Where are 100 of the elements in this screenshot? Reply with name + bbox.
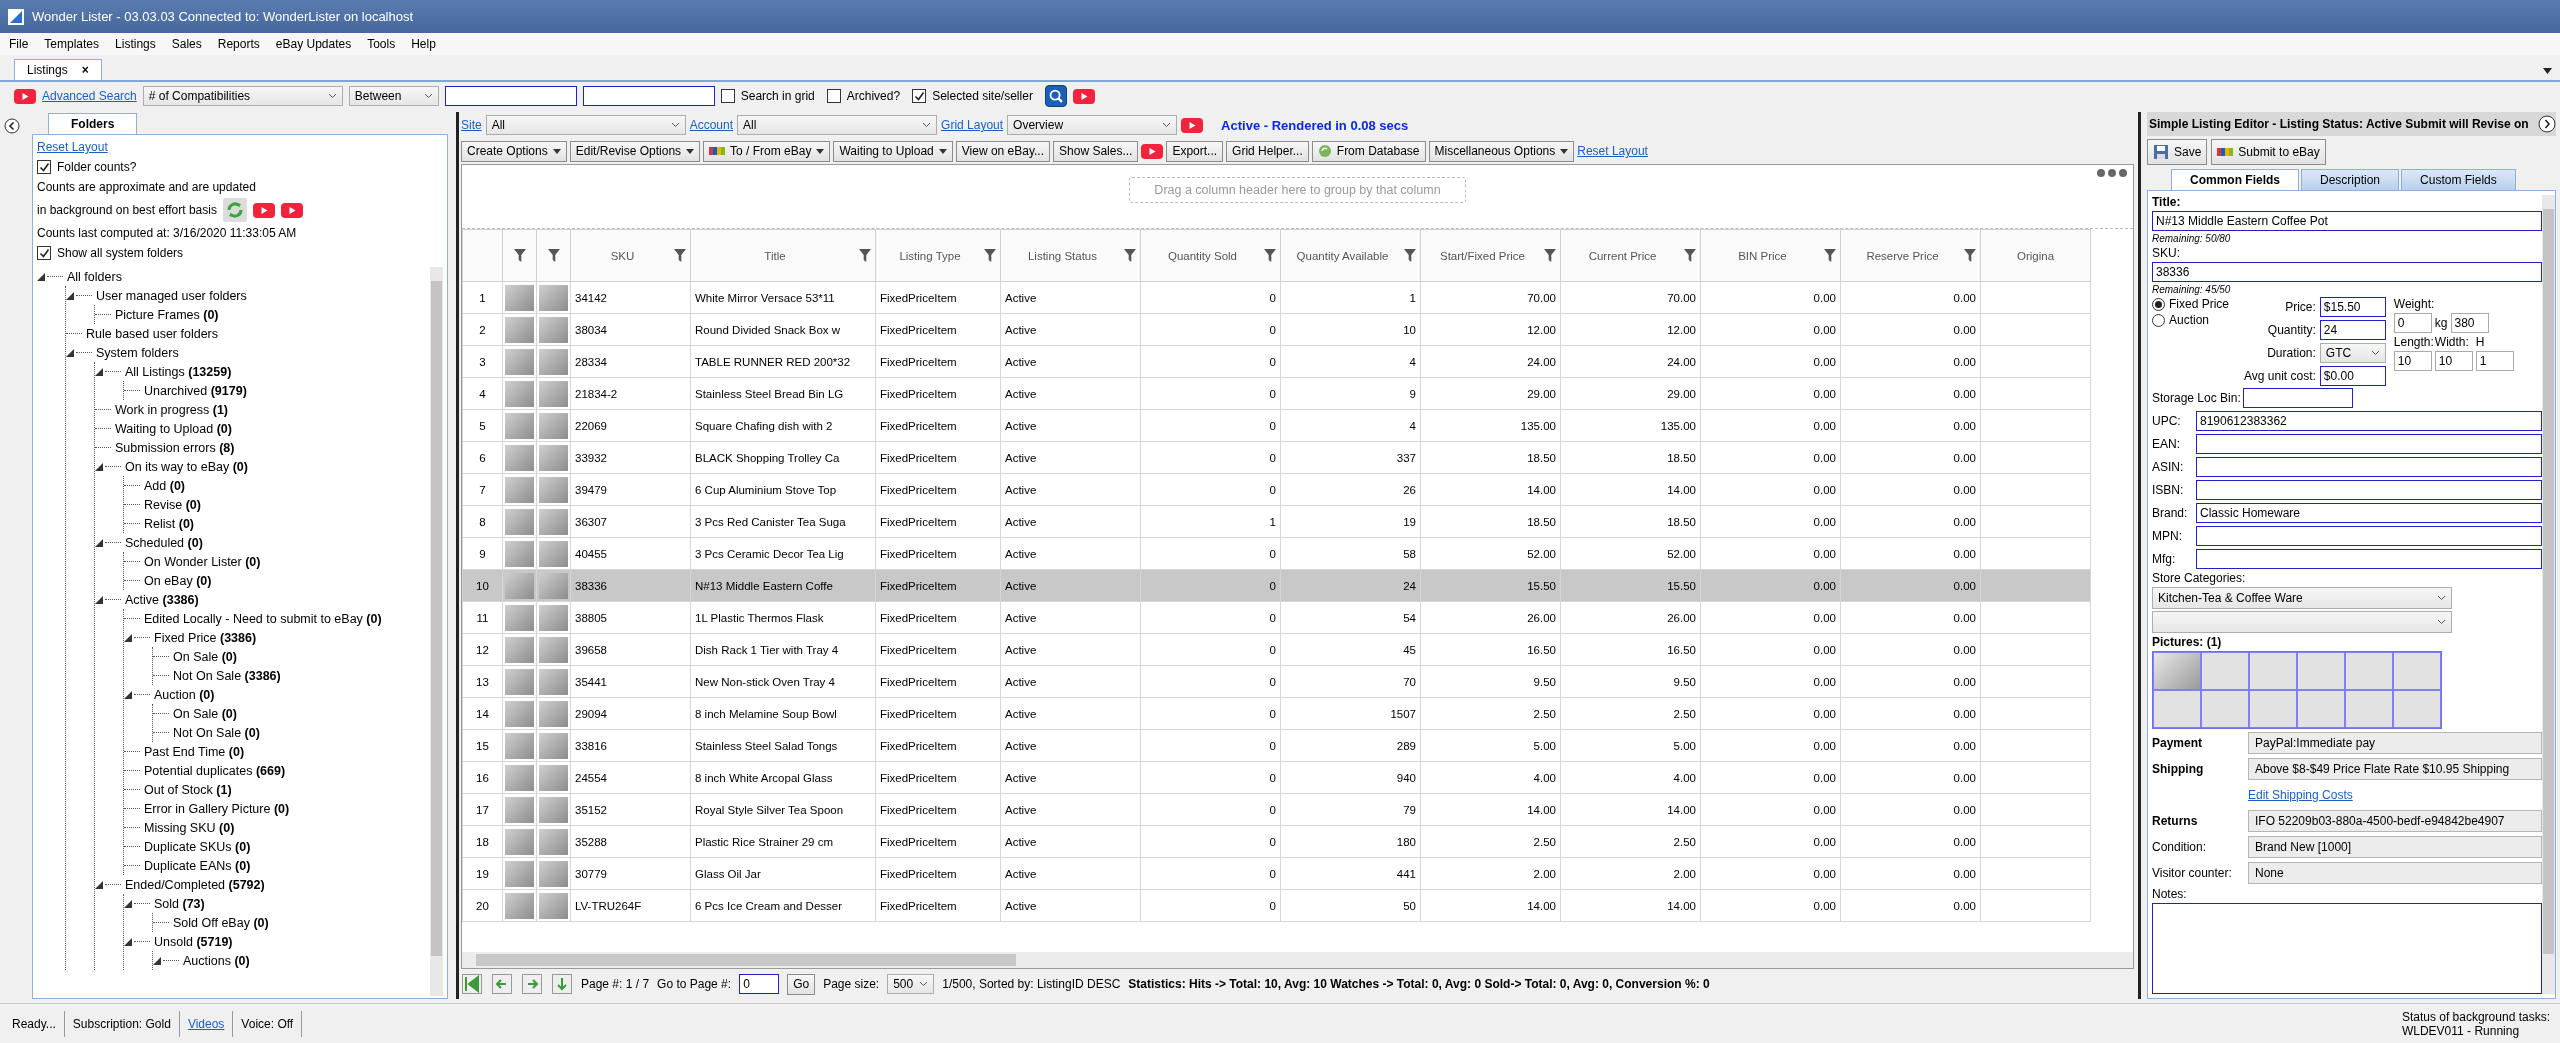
tree-item[interactable]: System folders [94, 344, 181, 361]
text-field[interactable] [2196, 456, 2542, 477]
value-field[interactable]: None [2248, 862, 2542, 884]
page-size-dropdown[interactable]: 500 [887, 974, 935, 994]
picture-slot[interactable] [2393, 652, 2441, 690]
menu-item[interactable]: Help [410, 35, 437, 53]
tree-item[interactable]: Potential duplicates (669) [142, 762, 288, 779]
filter-dropdown[interactable]: All [485, 115, 686, 135]
refresh-icon[interactable] [222, 198, 247, 222]
filter-dropdown[interactable]: Overview [1007, 115, 1178, 135]
first-page-icon[interactable] [461, 974, 483, 994]
range-from-field[interactable] [444, 86, 577, 106]
radio-button[interactable] [2152, 313, 2165, 327]
table-row[interactable]: 10 38336 N#13 Middle Eastern Coffe FixedPriceItem Active 0 24 15.50 15.50 0.00 0.00 [462, 569, 2091, 602]
expand-icon[interactable] [2538, 115, 2556, 133]
filter-icon[interactable] [859, 249, 871, 262]
dropdown-button[interactable]: To / From eBay [703, 140, 831, 162]
tree-item[interactable]: Duplicate EANs (0) [142, 857, 253, 874]
category-dropdown[interactable]: Kitchen-Tea & Coffee Ware [2152, 587, 2452, 609]
filter-icon[interactable] [1404, 249, 1416, 262]
videos-link[interactable]: Videos [187, 1016, 225, 1031]
more-icon[interactable] [2097, 169, 2127, 177]
tree-item[interactable]: Relist (0) [142, 515, 196, 532]
table-row[interactable]: 13 35441 New Non-stick Oven Tray 4 FixedPriceItem Active 0 70 9.50 9.50 0.00 0.00 [462, 665, 2091, 698]
dropdown-button[interactable]: Edit/Revise Options [569, 140, 701, 162]
tree-item[interactable]: All Listings (13259) [123, 363, 234, 380]
filter-icon[interactable] [1264, 249, 1276, 262]
expanded-arrow-icon[interactable] [95, 462, 103, 471]
toolbar-button[interactable]: Show Sales... [1053, 140, 1139, 162]
video-play-icon[interactable] [1072, 88, 1095, 104]
text-field[interactable]: 8190612383362 [2196, 410, 2542, 431]
tree-item[interactable]: Sold Off eBay (0) [171, 914, 271, 931]
picture-slot[interactable] [2201, 652, 2249, 690]
video-play-icon[interactable] [14, 88, 36, 104]
close-icon[interactable]: × [81, 63, 89, 77]
expanded-arrow-icon[interactable] [95, 595, 103, 604]
tab[interactable]: Custom Fields [2401, 169, 2516, 190]
text-field[interactable]: N#13 Middle Eastern Coffee Pot [2152, 211, 2542, 231]
picture-slot[interactable] [2249, 690, 2297, 728]
video-play-icon[interactable] [280, 202, 303, 218]
tree-item[interactable]: On its way to eBay (0) [123, 458, 250, 475]
search-icon[interactable] [1044, 85, 1067, 107]
tree-item[interactable]: Sold (73) [152, 895, 207, 912]
reset-layout-link[interactable]: Reset Layout [37, 140, 108, 154]
tree-item[interactable]: Not On Sale (3386) [171, 667, 283, 684]
toolbar-button[interactable]: Grid Helper... [1226, 140, 1309, 162]
filter-dropdown[interactable]: All [737, 115, 938, 135]
tree-item[interactable]: Edited Locally - Need to submit to eBay (0) [142, 610, 384, 627]
tree-item[interactable]: Rule based user folders [84, 325, 221, 342]
advanced-search-link[interactable]: Advanced Search [42, 89, 137, 103]
filter-icon[interactable] [1964, 249, 1976, 262]
checkbox[interactable] [826, 89, 841, 103]
expanded-arrow-icon[interactable] [95, 367, 103, 376]
previous-page-icon[interactable] [491, 974, 513, 994]
tree-item[interactable]: Fixed Price (3386) [152, 629, 259, 646]
expanded-arrow-icon[interactable] [124, 633, 132, 642]
value-field[interactable]: Brand New [1000] [2248, 836, 2542, 858]
tree-item[interactable]: Submission errors (8) [113, 439, 237, 456]
tree-item[interactable]: Auctions (0) [181, 952, 252, 969]
picture-slot[interactable] [2201, 690, 2249, 728]
filter-icon[interactable] [1124, 249, 1136, 262]
table-row[interactable]: 2 38034 Round Divided Snack Box w FixedPriceItem Active 0 10 12.00 12.00 0.00 0.00 [462, 313, 2091, 346]
tree-item[interactable]: On Sale (0) [171, 648, 239, 665]
text-field[interactable] [2196, 525, 2542, 546]
dropdown-button[interactable]: Waiting to Upload [833, 140, 953, 162]
text-field[interactable]: 38336 [2152, 262, 2542, 282]
picture-slot[interactable] [2153, 690, 2201, 728]
tab[interactable]: Description [2301, 169, 2400, 190]
tree-item[interactable]: User managed user folders [94, 287, 249, 304]
expanded-arrow-icon[interactable] [66, 291, 74, 300]
tree-item[interactable]: Unsold (5719) [152, 933, 235, 950]
dropdown-button[interactable]: Create Options [461, 140, 567, 162]
video-play-icon[interactable] [1141, 143, 1164, 159]
menu-item[interactable]: Sales [170, 35, 203, 53]
checkbox[interactable] [720, 89, 735, 103]
caret-icon[interactable] [2543, 68, 2552, 74]
expanded-arrow-icon[interactable] [124, 937, 132, 946]
video-play-icon[interactable] [252, 202, 275, 218]
filter-icon[interactable] [513, 249, 526, 262]
value-field[interactable]: Above $8-$49 Price Flate Rate $10.95 Shipping [2248, 758, 2542, 780]
picture-slot[interactable] [2345, 652, 2393, 690]
dropdown-button[interactable]: Miscellaneous Options [1428, 140, 1575, 162]
expanded-arrow-icon[interactable] [124, 690, 132, 699]
filter-icon[interactable] [1544, 249, 1556, 262]
table-row[interactable]: 19 30779 Glass Oil Jar FixedPriceItem Active 0 441 2.00 2.00 0.00 0.00 [462, 857, 2091, 890]
tree-item[interactable]: Duplicate SKUs (0) [142, 838, 253, 855]
filter-link[interactable]: Account [689, 118, 734, 132]
toolbar-button[interactable]: Export... [1166, 140, 1224, 162]
menu-item[interactable]: Listings [114, 35, 157, 53]
tree-item[interactable]: On Sale (0) [171, 705, 239, 722]
checkbox[interactable] [37, 160, 51, 174]
toolbar-button[interactable]: View on eBay... [955, 140, 1051, 162]
expanded-arrow-icon[interactable] [153, 956, 161, 965]
expanded-arrow-icon[interactable] [37, 272, 45, 281]
video-play-icon[interactable] [1181, 117, 1204, 133]
text-field[interactable]: 380 [2450, 313, 2489, 333]
tree-item[interactable]: Error in Gallery Picture (0) [142, 800, 292, 817]
notes-field[interactable] [2152, 903, 2542, 994]
table-row[interactable]: 6 33932 BLACK Shopping Trolley Ca FixedPriceItem Active 0 337 18.50 18.50 0.00 0.00 [462, 441, 2091, 474]
tree-item[interactable]: Waiting to Upload (0) [113, 420, 234, 437]
